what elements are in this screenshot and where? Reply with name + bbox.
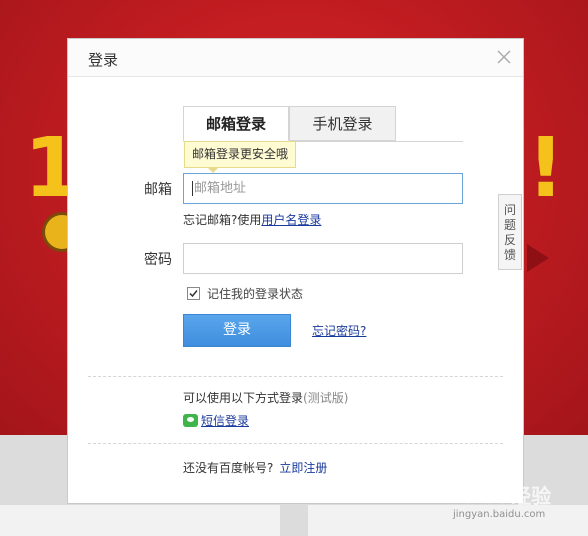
feedback-tab[interactable]: 问题反馈 — [498, 194, 522, 270]
remember-checkbox[interactable] — [187, 287, 200, 300]
tab-email-login[interactable]: 邮箱登录 — [183, 106, 289, 141]
register-row: 还没有百度帐号? 立即注册 — [183, 459, 327, 476]
remember-me[interactable]: 记住我的登录状态 — [187, 285, 303, 302]
background-headline-right: ! — [527, 121, 565, 216]
watermark-url: jingyan.baidu.com — [453, 509, 546, 520]
feedback-tab-label: 问题反馈 — [503, 203, 516, 262]
login-dialog: 登录 邮箱登录 手机登录 邮箱登录更安全哦 邮箱 邮箱地址 忘记邮箱?使用用户名… — [67, 38, 524, 504]
sms-icon — [183, 414, 198, 427]
password-input[interactable] — [183, 243, 463, 274]
background-card — [308, 505, 588, 536]
login-tabs: 邮箱登录 手机登录 — [183, 106, 396, 142]
username-login-link[interactable]: 用户名登录 — [261, 213, 321, 227]
email-label: 邮箱 — [144, 182, 172, 198]
register-link[interactable]: 立即注册 — [279, 461, 327, 475]
other-methods-title: 可以使用以下方式登录 — [183, 391, 304, 405]
beta-note: (测试版) — [303, 391, 349, 405]
background-card — [0, 505, 280, 536]
forgot-email-hint: 忘记邮箱?使用用户名登录 — [183, 211, 321, 228]
no-account-text: 还没有百度帐号? — [183, 461, 274, 475]
sms-login-link[interactable]: 短信登录 — [201, 414, 249, 428]
forgot-password-link[interactable]: 忘记密码? — [312, 322, 366, 339]
watermark-logo: Baidu经验 — [447, 484, 552, 508]
tab-phone-login[interactable]: 手机登录 — [289, 106, 396, 141]
forgot-email-text: 忘记邮箱?使用 — [183, 213, 262, 227]
divider — [88, 376, 503, 377]
close-icon[interactable] — [495, 48, 513, 66]
password-label: 密码 — [144, 252, 172, 268]
remember-label: 记住我的登录状态 — [207, 287, 304, 301]
background-arrow — [527, 244, 549, 272]
email-placeholder: 邮箱地址 — [194, 181, 247, 196]
text-cursor — [192, 181, 193, 196]
dialog-title: 登录 — [88, 51, 119, 69]
login-button[interactable]: 登录 — [183, 314, 291, 347]
checkmark-icon — [189, 290, 198, 298]
sms-login[interactable]: 短信登录 — [183, 412, 249, 429]
dialog-header: 登录 — [68, 39, 523, 77]
other-login-methods: 可以使用以下方式登录(测试版) — [183, 389, 348, 406]
security-tip: 邮箱登录更安全哦 — [184, 141, 297, 173]
divider — [88, 443, 503, 444]
email-input[interactable]: 邮箱地址 — [183, 173, 463, 204]
security-tip-text: 邮箱登录更安全哦 — [192, 147, 289, 161]
